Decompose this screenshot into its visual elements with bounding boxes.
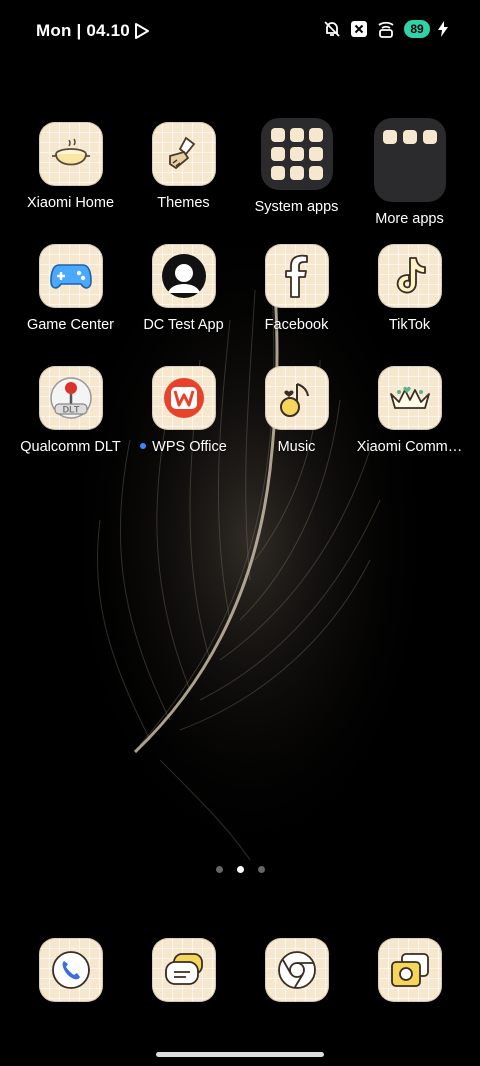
mini-app-icon xyxy=(289,147,304,161)
app-tiktok[interactable]: TikTok xyxy=(353,240,466,333)
app-label: Xiaomi Home xyxy=(26,195,115,211)
dock-gallery[interactable] xyxy=(353,934,466,1002)
mini-app-icon xyxy=(308,166,323,180)
messages-icon xyxy=(151,938,216,1002)
app-label: Qualcomm DLT xyxy=(20,439,121,455)
app-xiaomi-home[interactable]: Xiaomi Home xyxy=(14,118,127,211)
gallery-icon xyxy=(377,938,442,1002)
mini-app-icon xyxy=(270,166,285,180)
battery-icon: 89 xyxy=(404,20,430,38)
app-label: Music xyxy=(277,439,316,455)
mini-app-icon xyxy=(270,147,285,161)
svg-text:DLT: DLT xyxy=(62,405,79,415)
app-label: Xiaomi Comm… xyxy=(356,439,463,455)
pot-icon xyxy=(38,122,103,186)
folder-icon xyxy=(260,118,333,190)
mute-icon xyxy=(324,21,340,37)
app-label: Themes xyxy=(157,195,210,211)
mini-app-icon xyxy=(422,130,437,144)
app-label: DC Test App xyxy=(143,317,224,333)
mini-app-icon xyxy=(289,128,304,142)
app-label-text: WPS Office xyxy=(152,439,227,455)
close-box-icon xyxy=(351,21,367,37)
app-facebook[interactable]: Facebook xyxy=(240,240,353,333)
wps-icon xyxy=(151,366,216,430)
crown-icon xyxy=(377,366,442,430)
app-label: System apps xyxy=(254,199,339,215)
dock-phone[interactable] xyxy=(14,934,127,1002)
play-icon xyxy=(135,23,149,39)
app-themes[interactable]: Themes xyxy=(127,118,240,211)
folder-more-apps[interactable]: More apps xyxy=(353,118,466,227)
status-icons: 89 xyxy=(322,19,448,39)
new-install-badge xyxy=(140,443,147,450)
app-music[interactable]: Music xyxy=(240,362,353,455)
mini-app-icon xyxy=(308,128,323,142)
mini-app-icon xyxy=(402,130,417,144)
mini-app-icon xyxy=(289,166,304,180)
page-dot-active xyxy=(236,866,244,873)
facebook-icon xyxy=(264,244,329,308)
app-label: Facebook xyxy=(264,317,329,333)
tiktok-icon xyxy=(377,244,442,308)
mini-app-icon xyxy=(308,147,323,161)
status-time: Mon | 04.10 xyxy=(36,21,130,40)
mini-app-icon xyxy=(270,128,285,142)
app-dc-test-app[interactable]: DC Test App xyxy=(127,240,240,333)
dock-messages[interactable] xyxy=(127,934,240,1002)
app-wps-office[interactable]: WPS Office xyxy=(127,362,240,455)
status-bar: Mon | 04.10 89 xyxy=(0,0,480,62)
browser-icon xyxy=(264,938,329,1002)
home-gesture-bar[interactable] xyxy=(156,1052,324,1057)
page-dot xyxy=(257,866,265,873)
charging-icon xyxy=(438,21,448,37)
folder-system-apps[interactable]: System apps xyxy=(240,118,353,215)
mini-app-icon xyxy=(382,130,397,144)
brush-icon xyxy=(151,122,216,186)
app-game-center[interactable]: Game Center xyxy=(14,240,127,333)
gamepad-icon xyxy=(38,244,103,308)
folder-icon xyxy=(373,118,446,202)
dock-browser[interactable] xyxy=(240,934,353,1002)
phone-icon xyxy=(38,938,103,1002)
app-label: Game Center xyxy=(26,317,115,333)
app-label: WPS Office xyxy=(127,439,240,455)
joystick-icon: DLT xyxy=(38,366,103,430)
app-xiaomi-community[interactable]: Xiaomi Comm… xyxy=(353,362,466,455)
app-qualcomm-dlt[interactable]: DLT Qualcomm DLT xyxy=(14,362,127,455)
page-dot xyxy=(215,866,223,873)
person-icon xyxy=(151,244,216,308)
app-label: More apps xyxy=(375,211,444,227)
app-label: TikTok xyxy=(388,317,431,333)
hotspot-icon xyxy=(378,21,394,38)
music-note-icon xyxy=(264,366,329,430)
page-indicator[interactable] xyxy=(0,866,480,873)
